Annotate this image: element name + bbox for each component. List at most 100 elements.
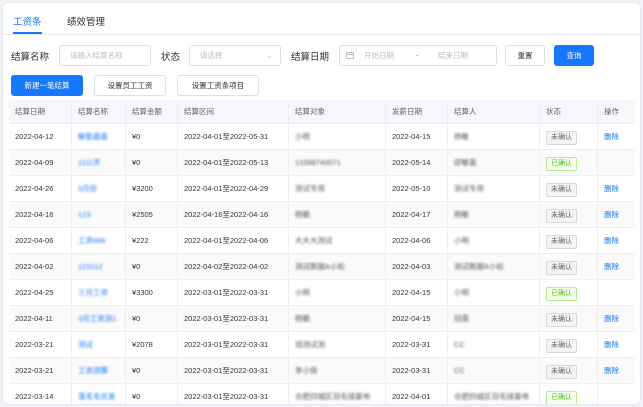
settlement-amount-cell: ¥0 bbox=[125, 124, 177, 149]
settlement-date-cell: 2022-04-06 bbox=[9, 228, 71, 253]
set-salary-items-button[interactable]: 设置工资条项目 bbox=[177, 75, 259, 96]
table-row: 2022-04-26 3月份 ¥3200 2022-04-01至2022-04-29 测… bbox=[9, 176, 635, 202]
status-cell: 未确认 bbox=[539, 202, 597, 227]
settlement-name-link: 3月工资测1 bbox=[71, 306, 125, 331]
settlement-date-cell-text: 2022-04-06 bbox=[15, 236, 54, 245]
settlement-name-link-text[interactable]: 落毛毛优差 bbox=[78, 392, 116, 401]
settlement-date-range-picker[interactable]: 开始日期 - 结束日期 bbox=[339, 45, 497, 66]
settlement-date-cell: 2022-04-02 bbox=[9, 254, 71, 279]
settlement-target-cell-text: 合肥四城区羽毛球基地 bbox=[295, 392, 370, 401]
status-badge: 未确认 bbox=[546, 339, 577, 353]
column-header: 结算日期 bbox=[15, 107, 45, 116]
delete-button[interactable]: 删除 bbox=[604, 132, 619, 141]
pay-date-cell: 2022-03-31 bbox=[385, 358, 447, 383]
settler-cell: 小明 bbox=[447, 280, 539, 305]
settlement-amount-cell: ¥222 bbox=[125, 228, 177, 253]
settlement-target-cell-text: 杨敏 bbox=[295, 314, 310, 323]
table-row: 2022-04-02 123112 ¥0 2022-04-02至2022-04-02 测… bbox=[9, 254, 635, 280]
status-badge: 未确认 bbox=[546, 209, 577, 223]
settlement-amount-cell: ¥0 bbox=[125, 254, 177, 279]
delete-button[interactable]: 删除 bbox=[604, 366, 619, 375]
settlement-date-cell-text: 2022-03-14 bbox=[15, 392, 54, 401]
tab-bar: 工资条 绩效管理 bbox=[3, 3, 640, 35]
status-cell: 未确认 bbox=[539, 176, 597, 201]
date-separator: - bbox=[416, 51, 419, 60]
new-settlement-button[interactable]: 新建一笔结算 bbox=[11, 75, 83, 96]
column-header: 发薪日期 bbox=[385, 100, 447, 123]
settler-cell-text: 合肥四城区羽毛球基地 bbox=[454, 392, 529, 401]
settlement-name-link-text[interactable]: 三月工资 bbox=[78, 288, 108, 297]
delete-button[interactable]: 删除 bbox=[604, 262, 619, 271]
settler-cell: 杨敏 bbox=[447, 124, 539, 149]
reset-button[interactable]: 重置 bbox=[505, 45, 545, 66]
settlement-date-cell-text: 2022-04-11 bbox=[15, 314, 53, 323]
delete-button[interactable]: 删除 bbox=[604, 210, 619, 219]
settlement-name-link-text[interactable]: 工资测算 bbox=[78, 366, 108, 375]
actions-cell bbox=[597, 280, 635, 305]
settlement-target-cell: 钱测试测 bbox=[288, 332, 385, 357]
tab-performance[interactable]: 绩效管理 bbox=[67, 14, 105, 28]
pay-date-cell: 2022-03-31 bbox=[385, 332, 447, 357]
settlement-target-cell: 合肥四城区羽毛球基地 bbox=[288, 384, 385, 404]
delete-button[interactable]: 删除 bbox=[604, 340, 619, 349]
settlement-name-link-text[interactable]: 工资666 bbox=[78, 236, 106, 245]
settler-cell: 测试数据A小松 bbox=[447, 254, 539, 279]
column-header: 结算金额 bbox=[125, 100, 177, 123]
status-cell: 未确认 bbox=[539, 358, 597, 383]
column-header: 结算人 bbox=[447, 100, 539, 123]
settlement-name-link-text[interactable]: 测试 bbox=[78, 340, 93, 349]
delete-button[interactable]: 删除 bbox=[604, 236, 619, 245]
settlement-target-cell: 大大大测试 bbox=[288, 228, 385, 253]
settlement-date-cell: 2022-04-25 bbox=[9, 280, 71, 305]
start-date-input[interactable]: 开始日期 bbox=[364, 46, 394, 65]
settlement-name-link-text[interactable]: 1111天 bbox=[78, 158, 101, 167]
settlement-amount-cell-text: ¥0 bbox=[132, 314, 141, 323]
settlement-name-input[interactable]: 请输入结算名称 bbox=[59, 45, 151, 66]
search-button[interactable]: 查询 bbox=[554, 45, 594, 66]
pay-date-cell: 2022-04-06 bbox=[385, 228, 447, 253]
delete-button[interactable]: 删除 bbox=[604, 314, 619, 323]
table-row: 2022-04-16 123 ¥2505 2022-04-16至2022-04-16 杨… bbox=[9, 202, 635, 228]
settlement-amount-cell: ¥3200 bbox=[125, 176, 177, 201]
table-row: 2022-04-25 三月工资 ¥3300 2022-03-01至2022-03-31… bbox=[9, 280, 635, 306]
settlement-date-cell-text: 2022-03-21 bbox=[15, 366, 54, 375]
table-row: 2022-04-12 敏勤嘉嘉 ¥0 2022-04-01至2022-05-31 小明 2… bbox=[9, 124, 635, 150]
settlement-name-link-text[interactable]: 123 bbox=[78, 210, 91, 219]
status-label: 状态 bbox=[161, 52, 181, 63]
status-select-placeholder: 请选择 bbox=[200, 51, 223, 60]
settlement-name-link-text[interactable]: 3月工资测1 bbox=[78, 314, 116, 323]
settlement-date-cell: 2022-04-11 bbox=[9, 306, 71, 331]
end-date-input[interactable]: 结束日期 bbox=[438, 46, 468, 65]
settlement-name-link-text[interactable]: 123112 bbox=[78, 262, 102, 271]
settlement-range-cell: 2022-04-01至2022-05-13 bbox=[177, 150, 288, 175]
settler-cell: 合肥四城区羽毛球基地 bbox=[447, 384, 539, 404]
settlement-name-link-text[interactable]: 3月份 bbox=[78, 184, 97, 193]
settlement-name-link: 工资666 bbox=[71, 228, 125, 253]
pay-date-cell-text: 2022-05-10 bbox=[392, 184, 431, 193]
settlement-range-cell: 2022-04-01至2022-04-29 bbox=[177, 176, 288, 201]
settlement-date-cell-text: 2022-03-21 bbox=[15, 340, 54, 349]
settlement-range-cell-text: 2022-03-01至2022-03-31 bbox=[184, 392, 269, 401]
actions-cell: 删除 bbox=[597, 358, 635, 383]
pay-date-cell-text: 2022-04-15 bbox=[392, 314, 431, 323]
settler-cell-text: 杨敏 bbox=[454, 132, 469, 141]
column-header: 结算区间 bbox=[177, 100, 288, 123]
tab-payslip[interactable]: 工资条 bbox=[13, 14, 42, 28]
settlement-amount-cell-text: ¥2505 bbox=[132, 210, 153, 219]
settlement-range-cell: 2022-03-01至2022-03-31 bbox=[177, 306, 288, 331]
pay-date-cell-text: 2022-04-06 bbox=[392, 236, 431, 245]
set-staff-salary-button[interactable]: 设置员工工资 bbox=[94, 75, 166, 96]
pay-date-cell: 2022-05-10 bbox=[385, 176, 447, 201]
settlement-target-cell: 小明 bbox=[288, 280, 385, 305]
table-row: 2022-03-21 工资测算 ¥0 2022-03-01至2022-03-31 李小侠… bbox=[9, 358, 635, 384]
settlement-amount-cell-text: ¥0 bbox=[132, 158, 141, 167]
pay-date-cell-text: 2022-04-15 bbox=[392, 132, 431, 141]
settlement-target-cell-text: 李小侠 bbox=[295, 366, 318, 375]
settlement-name-link-text[interactable]: 敏勤嘉嘉 bbox=[78, 132, 108, 141]
settler-cell-text: 测试专用 bbox=[454, 184, 484, 193]
settler-cell-text: 测试数据A小松 bbox=[454, 262, 505, 271]
delete-button[interactable]: 删除 bbox=[604, 184, 619, 193]
status-select[interactable]: 请选择 ⌄ bbox=[189, 45, 281, 66]
settler-cell: 杨敏 bbox=[447, 202, 539, 227]
settler-cell: CC bbox=[447, 332, 539, 357]
